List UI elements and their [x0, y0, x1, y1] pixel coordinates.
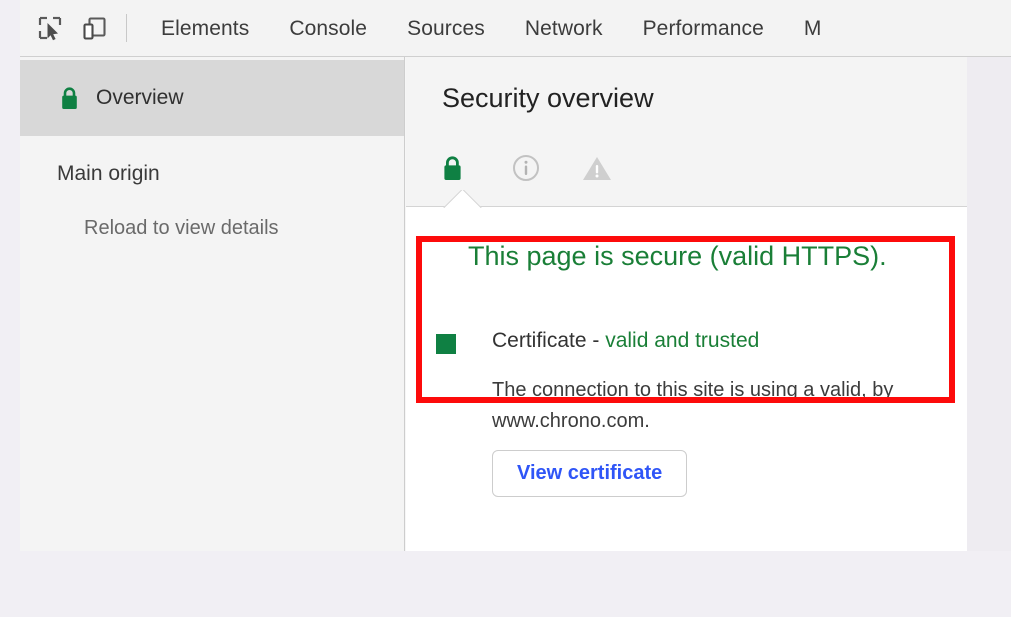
warning-triangle-icon-glyph	[583, 156, 611, 180]
lock-icon	[58, 86, 80, 110]
tab-sources[interactable]: Sources	[387, 0, 505, 57]
certificate-status: valid and trusted	[605, 329, 760, 352]
tab-elements[interactable]: Elements	[141, 0, 269, 57]
sidebar-item-overview[interactable]: Overview	[20, 60, 404, 136]
lock-icon[interactable]	[442, 149, 476, 187]
left-gutter	[0, 0, 20, 617]
sidebar-item-reload-to-view-details[interactable]: Reload to view details	[84, 217, 279, 240]
tab-network[interactable]: Network	[505, 0, 623, 57]
inspect-element-icon	[38, 16, 62, 41]
info-circle-icon-glyph	[513, 155, 539, 181]
certificate-label: Certificate -	[492, 329, 606, 352]
lock-icon-glyph	[61, 86, 77, 109]
devtools-toolbar: Elements Console Sources Network Perform…	[20, 0, 1011, 57]
info-circle-icon[interactable]	[512, 149, 546, 187]
security-main-header: Security overview	[406, 57, 987, 207]
tab-console[interactable]: Console	[269, 0, 387, 57]
view-certificate-button[interactable]: View certificate	[492, 450, 688, 497]
selected-section-caret	[442, 190, 492, 208]
toolbar-divider	[126, 14, 127, 42]
security-headline: This page is secure (valid HTTPS).	[468, 241, 887, 271]
security-sidebar: Overview Main origin Reload to view deta…	[20, 57, 405, 551]
bottom-gutter	[0, 551, 1011, 617]
sidebar-item-overview-label: Overview	[96, 86, 184, 109]
certificate-description: The connection to this site is using a v…	[492, 379, 894, 432]
certificate-label-group: Certificate - valid and trusted	[492, 329, 759, 353]
lock-icon-glyph	[444, 155, 461, 180]
device-toolbar-toggle-button[interactable]	[72, 6, 116, 50]
square-bullet-icon	[436, 334, 456, 354]
right-gutter	[967, 57, 1011, 551]
security-panel: Overview Main origin Reload to view deta…	[20, 57, 1011, 551]
security-status-icons	[442, 149, 652, 187]
devtools-window: Elements Console Sources Network Perform…	[20, 0, 1011, 551]
tab-memory[interactable]: M	[784, 0, 842, 57]
sidebar-group-main-origin: Main origin	[57, 162, 160, 185]
inspect-element-button[interactable]	[28, 6, 72, 50]
security-summary-content: This page is secure (valid HTTPS). Certi…	[406, 207, 987, 551]
security-main-pane: Security overview This page is secure (v…	[406, 57, 987, 551]
devtools-screenshot: Elements Console Sources Network Perform…	[0, 0, 1011, 617]
device-toolbar-icon	[82, 16, 106, 40]
tab-performance[interactable]: Performance	[623, 0, 784, 57]
certificate-row: Certificate - valid and trusted	[436, 329, 759, 354]
page-title: Security overview	[442, 83, 654, 113]
warning-triangle-icon[interactable]	[582, 149, 616, 187]
